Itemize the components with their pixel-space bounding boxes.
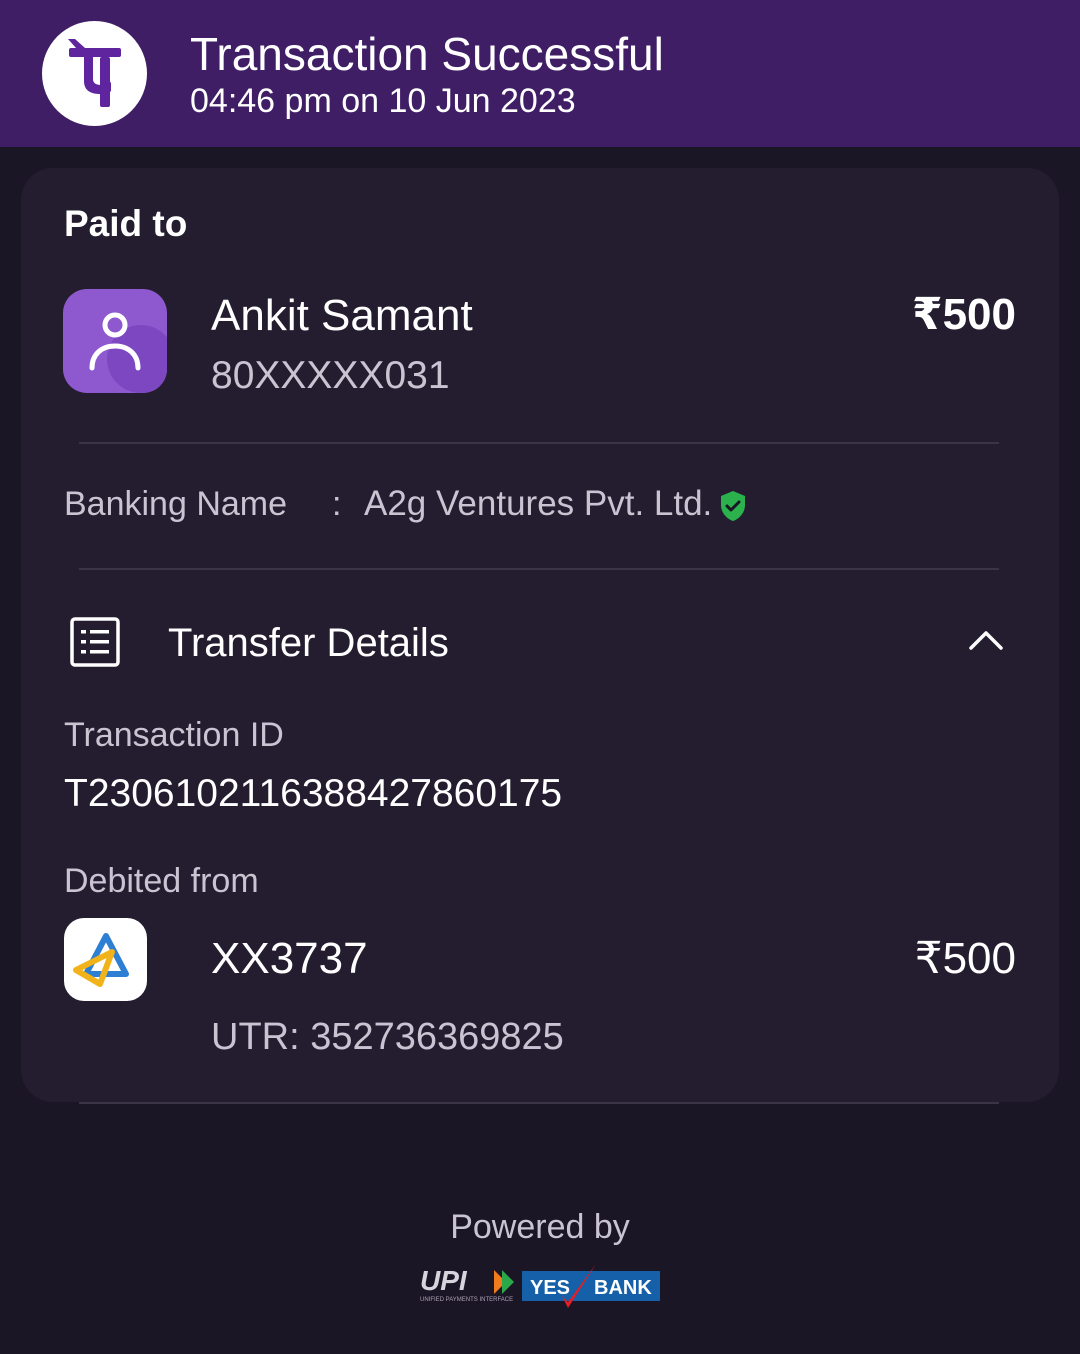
state-bank-logo-icon: [64, 918, 147, 1001]
upi-logo-subtext: UNIFIED PAYMENTS INTERFACE: [420, 1297, 513, 1303]
payee-name: Ankit Samant: [211, 291, 473, 340]
debited-from-label: Debited from: [64, 862, 259, 900]
chevron-up-icon[interactable]: [966, 624, 1006, 654]
upi-logo-text: UPI: [420, 1265, 468, 1296]
yes-bank-logo-yes: YES: [530, 1277, 570, 1299]
powered-by-label: Powered by: [450, 1208, 630, 1246]
transfer-details-title[interactable]: Transfer Details: [168, 620, 449, 666]
transaction-timestamp: 04:46 pm on 10 Jun 2023: [190, 82, 576, 120]
paid-to-label: Paid to: [64, 203, 188, 244]
upi-logo: UPI UNIFIED PAYMENTS INTERFACE: [418, 1264, 516, 1304]
divider: [79, 568, 999, 570]
receipt-list-icon: [69, 616, 121, 668]
transaction-id-value[interactable]: T2306102116388427860175: [64, 772, 562, 816]
user-avatar-icon: [63, 289, 167, 393]
debited-amount: ₹500: [914, 934, 1016, 983]
yes-bank-logo: YES BANK: [522, 1262, 660, 1310]
phonepe-logo-icon: [42, 21, 147, 126]
utr-number[interactable]: UTR: 352736369825: [211, 1015, 564, 1059]
banking-name-separator: :: [332, 485, 342, 523]
verified-shield-icon: [719, 490, 747, 522]
paid-amount: ₹500: [911, 290, 1016, 339]
divider: [79, 442, 999, 444]
payee-phone-number: 80XXXXX031: [211, 354, 450, 397]
transaction-status-header: Transaction Successful 04:46 pm on 10 Ju…: [0, 0, 1080, 147]
banking-name-value: A2g Ventures Pvt. Ltd.: [364, 484, 713, 523]
yes-bank-logo-bank: BANK: [594, 1277, 652, 1299]
divider: [79, 1102, 999, 1104]
banking-name-label: Banking Name: [64, 485, 288, 523]
transaction-details-card: Paid to Ankit Samant 80XXXXX031 ₹500 Ban…: [21, 168, 1059, 1102]
page-title: Transaction Successful: [190, 28, 664, 80]
transaction-id-label: Transaction ID: [64, 716, 284, 754]
debit-account-number: XX3737: [211, 934, 368, 983]
